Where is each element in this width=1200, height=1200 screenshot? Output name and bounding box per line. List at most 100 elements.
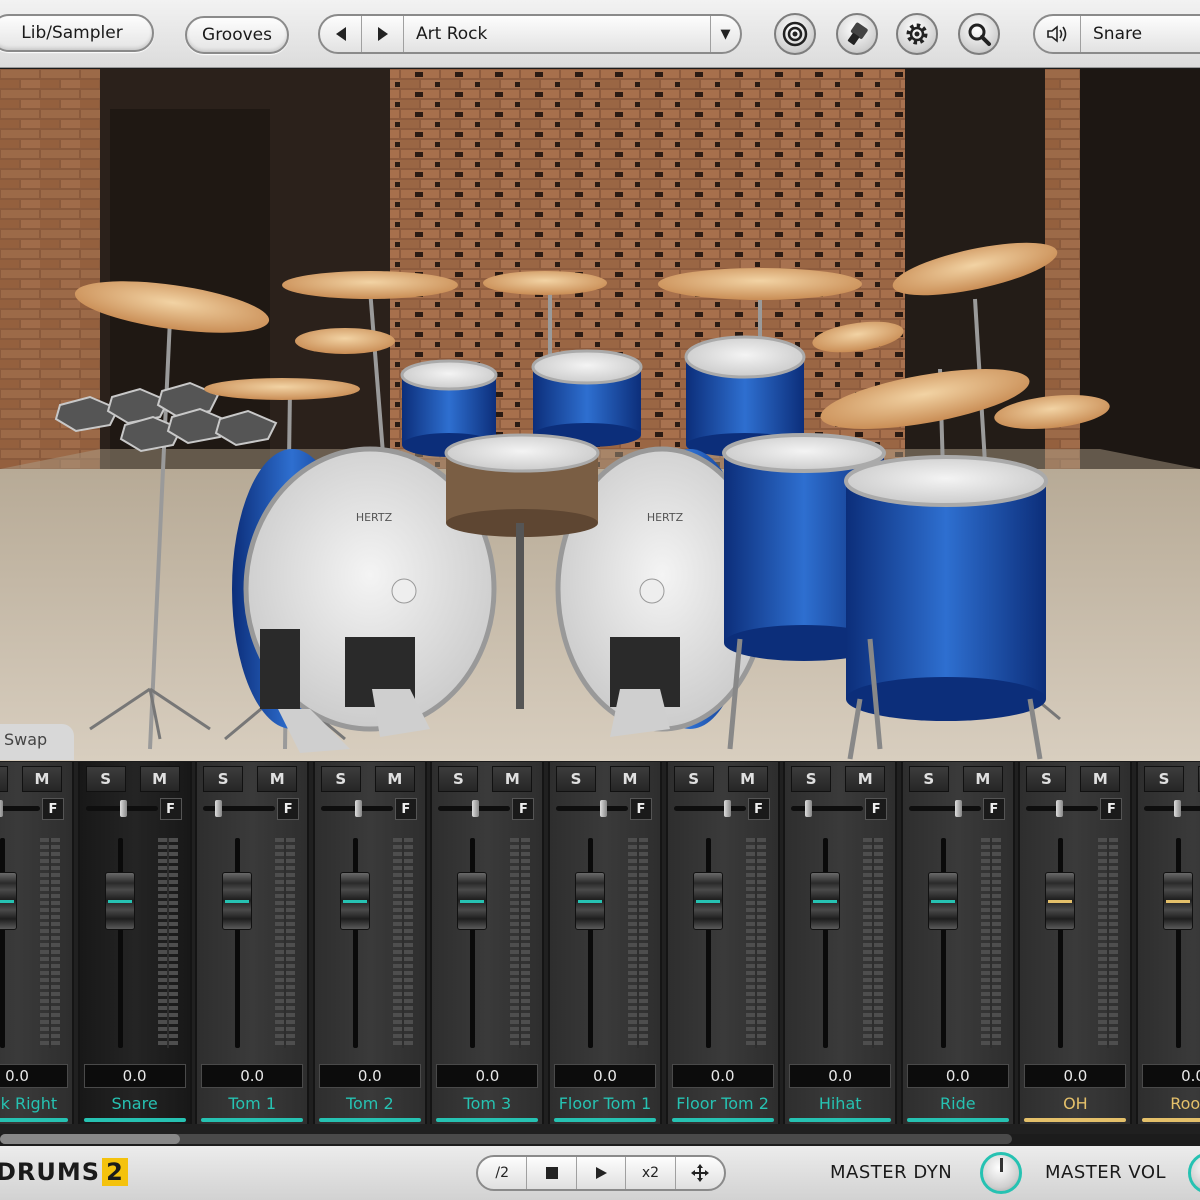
fader-handle[interactable]	[1163, 872, 1193, 930]
mute-button[interactable]: M	[257, 766, 298, 792]
pan-slider[interactable]	[791, 800, 864, 817]
filter-button[interactable]: F	[394, 798, 417, 820]
search-button[interactable]	[958, 13, 1000, 55]
master-dyn-knob[interactable]	[980, 1152, 1022, 1194]
channel-volume-value[interactable]: 0.0	[436, 1064, 539, 1088]
pan-slider[interactable]	[1144, 800, 1200, 817]
fader-track[interactable]	[823, 838, 829, 1048]
fader-handle[interactable]	[575, 872, 605, 930]
channel-volume-value[interactable]: 0.0	[906, 1064, 1009, 1088]
solo-button[interactable]: S	[320, 766, 361, 792]
filter-button[interactable]: F	[42, 798, 64, 820]
mute-button[interactable]: M	[22, 766, 62, 792]
stop-button[interactable]	[527, 1157, 577, 1189]
channel-volume-value[interactable]: 0.0	[83, 1064, 186, 1088]
instrument-selector[interactable]: Snare	[1033, 14, 1200, 54]
filter-button[interactable]: F	[865, 798, 888, 820]
pan-handle[interactable]	[1056, 800, 1064, 817]
fader-track[interactable]	[0, 838, 5, 1048]
filter-button[interactable]: F	[1100, 798, 1123, 820]
fader-handle[interactable]	[457, 872, 488, 930]
lib-sampler-button[interactable]: Lib/Sampler	[0, 14, 154, 52]
mixer-scroll-thumb[interactable]	[0, 1134, 180, 1144]
channel-volume-value[interactable]: 0.0	[789, 1064, 892, 1088]
solo-button[interactable]: S	[438, 766, 479, 792]
pan-slider[interactable]	[673, 800, 746, 817]
pan-slider[interactable]	[1026, 800, 1099, 817]
double-tempo-button[interactable]: x2	[626, 1157, 676, 1189]
mute-button[interactable]: M	[845, 766, 886, 792]
pan-handle[interactable]	[472, 800, 480, 817]
next-preset-button[interactable]	[362, 16, 404, 52]
master-vol-knob[interactable]	[1188, 1152, 1200, 1194]
solo-button[interactable]: S	[0, 766, 8, 792]
filter-button[interactable]: F	[277, 798, 300, 820]
audition-button[interactable]	[1035, 16, 1081, 52]
mute-button[interactable]: M	[374, 766, 415, 792]
pan-handle[interactable]	[805, 800, 813, 817]
filter-button[interactable]: F	[982, 798, 1005, 820]
solo-button[interactable]: S	[673, 766, 714, 792]
play-button[interactable]	[577, 1157, 627, 1189]
prev-preset-button[interactable]	[320, 16, 362, 52]
mute-button[interactable]: M	[492, 766, 533, 792]
channel-volume-value[interactable]: 0.0	[1142, 1064, 1200, 1088]
filter-button[interactable]: F	[159, 798, 182, 820]
pan-handle[interactable]	[954, 800, 962, 817]
fader-handle[interactable]	[0, 872, 17, 930]
fader-handle[interactable]	[692, 872, 723, 930]
pan-slider[interactable]	[0, 800, 40, 817]
channel-volume-value[interactable]: 0.0	[318, 1064, 421, 1088]
solo-button[interactable]: S	[556, 766, 596, 792]
solo-button[interactable]: S	[85, 766, 126, 792]
drag-midi-button[interactable]	[676, 1157, 724, 1189]
pan-handle[interactable]	[119, 800, 127, 817]
solo-button[interactable]: S	[1144, 766, 1184, 792]
solo-button[interactable]: S	[908, 766, 949, 792]
fader-track[interactable]	[470, 838, 476, 1048]
channel-volume-value[interactable]: 0.0	[554, 1064, 656, 1088]
fader-track[interactable]	[1176, 838, 1181, 1048]
channel-volume-value[interactable]: 0.0	[1024, 1064, 1127, 1088]
fader-track[interactable]	[705, 838, 711, 1048]
grooves-button[interactable]: Grooves	[185, 16, 289, 54]
pan-handle[interactable]	[600, 800, 607, 817]
pan-handle[interactable]	[0, 800, 3, 817]
fader-track[interactable]	[1058, 838, 1064, 1048]
fader-track[interactable]	[117, 838, 123, 1048]
pan-handle[interactable]	[215, 800, 223, 817]
pan-slider[interactable]	[908, 800, 981, 817]
settings-button[interactable]	[896, 13, 938, 55]
solo-button[interactable]: S	[203, 766, 244, 792]
mute-button[interactable]: M	[139, 766, 180, 792]
fader-handle[interactable]	[222, 872, 253, 930]
filter-button[interactable]: F	[512, 798, 535, 820]
fader-track[interactable]	[235, 838, 241, 1048]
fader-handle[interactable]	[810, 872, 841, 930]
pan-handle[interactable]	[723, 800, 731, 817]
pan-slider[interactable]	[85, 800, 158, 817]
fader-track[interactable]	[940, 838, 946, 1048]
fader-handle[interactable]	[104, 872, 135, 930]
pan-slider[interactable]	[556, 800, 628, 817]
solo-button[interactable]: S	[791, 766, 832, 792]
pan-handle[interactable]	[354, 800, 362, 817]
mute-button[interactable]: M	[962, 766, 1003, 792]
kit-swap-button[interactable]: Swap	[0, 724, 74, 760]
midi-button[interactable]	[836, 13, 878, 55]
half-tempo-button[interactable]: /2	[478, 1157, 528, 1189]
preset-name[interactable]: Art Rock	[404, 24, 710, 44]
pan-slider[interactable]	[438, 800, 511, 817]
channel-volume-value[interactable]: 0.0	[201, 1064, 304, 1088]
fader-handle[interactable]	[339, 872, 370, 930]
fader-track[interactable]	[588, 838, 593, 1048]
solo-button[interactable]: S	[1026, 766, 1067, 792]
channel-volume-value[interactable]: 0.0	[671, 1064, 774, 1088]
fader-handle[interactable]	[1045, 872, 1076, 930]
mute-button[interactable]: M	[1080, 766, 1121, 792]
pan-handle[interactable]	[1174, 800, 1181, 817]
pan-slider[interactable]	[203, 800, 276, 817]
fader-handle[interactable]	[927, 872, 958, 930]
filter-button[interactable]: F	[630, 798, 652, 820]
preset-dropdown-button[interactable]: ▼	[710, 16, 740, 52]
